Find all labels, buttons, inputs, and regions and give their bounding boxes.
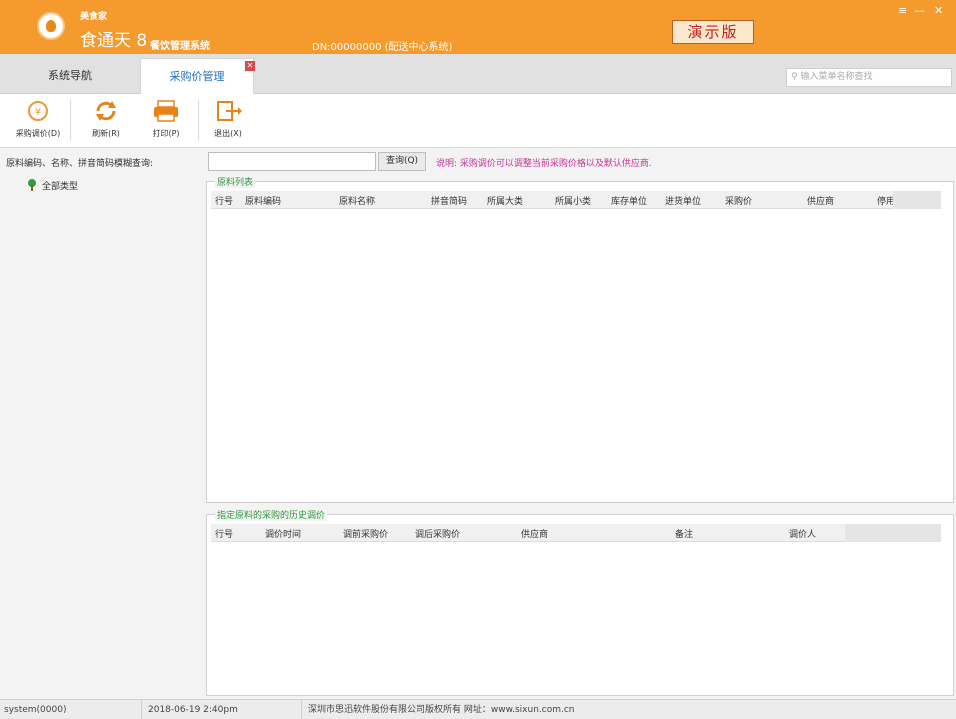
svg-text:¥: ¥ <box>35 107 41 118</box>
category-tree: 全部类型 <box>6 174 204 694</box>
price-history-panel: 指定原料的采购的历史调价 行号 调价时间 调前采购价 调后采购价 供应商 备注 … <box>206 508 954 696</box>
tab-purchase-price[interactable]: 采购价管理 ✕ <box>140 58 255 94</box>
demo-badge: 演示版 <box>672 20 754 44</box>
exit-button[interactable]: 退出(X) <box>202 98 254 144</box>
minimize-button[interactable]: — <box>914 4 925 17</box>
column-header[interactable]: 所属小类 <box>555 194 591 207</box>
menu-icon[interactable]: ≡ <box>898 4 907 17</box>
print-button[interactable]: 打印(P) <box>138 98 194 144</box>
column-header[interactable]: 调价人 <box>789 527 816 540</box>
price-adjust-button[interactable]: ¥ 采购调价(D) <box>8 98 68 144</box>
status-user: system(0000) <box>0 700 142 719</box>
column-header[interactable]: 所属大类 <box>487 194 523 207</box>
header-filler <box>845 524 941 542</box>
print-label: 打印(P) <box>152 129 180 138</box>
column-header[interactable]: 原料名称 <box>339 194 375 207</box>
tree-node-label: 全部类型 <box>42 181 79 192</box>
history-panel-title: 指定原料的采购的历史调价 <box>215 508 328 521</box>
app-logo <box>37 12 65 40</box>
toolbar: ¥ 采购调价(D) 刷新(R) 打印(P) 退出(X) <box>0 94 956 148</box>
query-label: 原料编码、名称、拼音简码模糊查询: <box>6 159 154 169</box>
dn-info: DN:00000000 (配送中心系统) <box>312 42 453 53</box>
column-header[interactable]: 调前采购价 <box>343 527 388 540</box>
header-filler <box>893 191 941 209</box>
brand-name: 食通天 8 <box>80 31 148 51</box>
toolbar-divider <box>198 100 199 140</box>
materials-grid-header: 行号 原料编码 原料名称 拼音简码 所属大类 所属小类 库存单位 进货单位 采购… <box>211 191 941 209</box>
column-header[interactable]: 供应商 <box>521 527 548 540</box>
status-copyright: 深圳市思迅软件股份有限公司版权所有 网址：www.sixun.com.cn <box>308 705 575 715</box>
refresh-label: 刷新(R) <box>92 129 120 138</box>
status-bar: system(0000) 2018-06-19 2:40pm 深圳市思迅软件股份… <box>0 699 956 719</box>
tab-label: 采购价管理 <box>169 70 225 83</box>
refresh-button[interactable]: 刷新(R) <box>74 98 138 144</box>
column-header[interactable]: 调价时间 <box>265 527 301 540</box>
brand-small-text: 美食家 <box>80 12 108 22</box>
search-placeholder: 输入菜单名称查找 <box>800 72 873 82</box>
exit-label: 退出(X) <box>214 129 242 138</box>
price-adjust-label: 采购调价(D) <box>15 129 61 138</box>
instruction-note: 说明: 采购调价可以调整当前采购价格以及默认供应商. <box>436 159 652 169</box>
column-header[interactable]: 采购价 <box>725 194 752 207</box>
brand-subtitle: 餐饮管理系统 <box>150 41 210 52</box>
column-header[interactable]: 行号 <box>215 194 233 207</box>
title-bar: 美食家 食通天 8 餐饮管理系统 DN:00000000 (配送中心系统) 演示… <box>0 0 956 54</box>
toolbar-divider <box>70 100 71 140</box>
column-header[interactable]: 拼音简码 <box>431 194 467 207</box>
menu-search-input[interactable]: ⚲ 输入菜单名称查找 <box>786 68 952 87</box>
print-icon <box>154 100 178 122</box>
status-datetime: 2018-06-19 2:40pm <box>144 700 302 719</box>
column-header[interactable]: 调后采购价 <box>415 527 460 540</box>
tab-close-icon[interactable]: ✕ <box>245 61 255 71</box>
exit-icon <box>217 101 242 121</box>
column-header[interactable]: 进货单位 <box>665 194 701 207</box>
close-window-button[interactable]: ✕ <box>934 4 943 17</box>
column-header[interactable]: 原料编码 <box>245 194 281 207</box>
query-input[interactable] <box>208 152 376 171</box>
tab-system-navigation[interactable]: 系统导航 <box>4 58 136 94</box>
price-adjust-icon: ¥ <box>28 101 48 121</box>
column-header[interactable]: 供应商 <box>807 194 834 207</box>
tree-node-all-types[interactable]: 全部类型 <box>26 178 78 192</box>
history-grid-header: 行号 调价时间 调前采购价 调后采购价 供应商 备注 调价人 <box>211 524 941 542</box>
materials-panel-title: 原料列表 <box>215 175 256 188</box>
column-header[interactable]: 库存单位 <box>611 194 647 207</box>
column-header[interactable]: 行号 <box>215 527 233 540</box>
materials-panel: 原料列表 行号 原料编码 原料名称 拼音简码 所属大类 所属小类 库存单位 进货… <box>206 175 954 503</box>
tab-bar: 系统导航 采购价管理 ✕ ⚲ 输入菜单名称查找 <box>0 54 956 94</box>
column-header[interactable]: 备注 <box>675 527 693 540</box>
refresh-icon <box>96 101 116 121</box>
query-button[interactable]: 查询(Q) <box>378 152 426 171</box>
tree-icon <box>28 179 36 191</box>
